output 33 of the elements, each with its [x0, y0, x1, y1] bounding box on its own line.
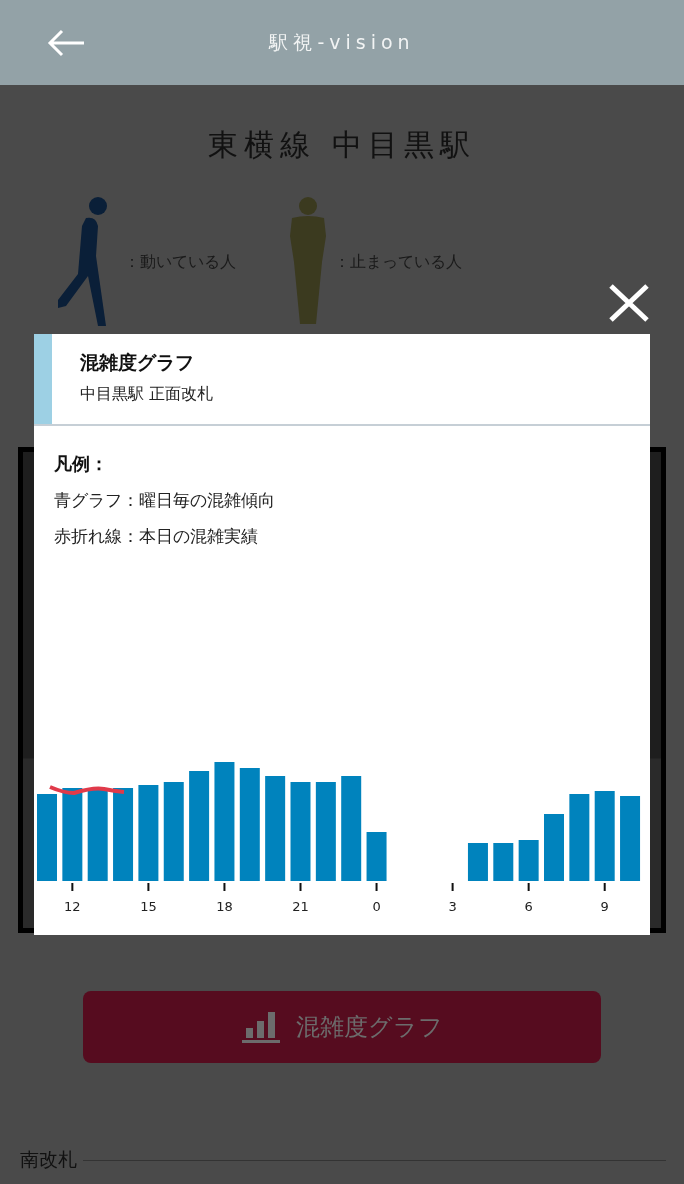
axis-label: 15: [140, 899, 157, 914]
bar: [544, 814, 564, 881]
tick-mark: [375, 883, 378, 891]
axis-label: 12: [64, 899, 81, 914]
dialog-subtitle: 中目黒駅 正面改札: [80, 384, 214, 405]
station-name: 東横線 中目黒駅: [207, 126, 477, 164]
bar: [518, 840, 539, 881]
axis-label: 0: [372, 899, 381, 914]
tick-mark: [603, 883, 606, 891]
tick-mark: [71, 883, 74, 891]
app-title: 駅視-vision: [269, 29, 415, 55]
gate-label: 南改札: [20, 1147, 77, 1172]
dialog-title: 混雑度グラフ: [80, 350, 195, 375]
tick-mark: [451, 883, 454, 891]
legend-text: 青グラフ：曜日毎の混雑傾向: [54, 489, 276, 512]
axis-label: 9: [600, 899, 609, 914]
bar-chart-icon: [241, 1010, 280, 1044]
axis-label: 21: [292, 899, 309, 914]
axis-label: 6: [524, 899, 533, 914]
bar: [467, 843, 488, 881]
legend-text: 赤折れ線：本日の混雑実績: [54, 525, 259, 548]
tick-mark: [147, 883, 150, 891]
tick-mark: [223, 883, 226, 891]
congestion-graph-button[interactable]: 混雑度グラフ: [83, 991, 601, 1063]
axis-label: 18: [216, 899, 233, 914]
back-arrow-icon[interactable]: [46, 28, 86, 58]
close-icon[interactable]: [608, 284, 650, 322]
axis-label: 3: [448, 899, 457, 914]
bar: [366, 832, 387, 881]
tick-mark: [299, 883, 302, 891]
bar: [493, 843, 514, 881]
tick-mark: [527, 883, 530, 891]
legend-heading: 凡例：: [54, 452, 109, 476]
